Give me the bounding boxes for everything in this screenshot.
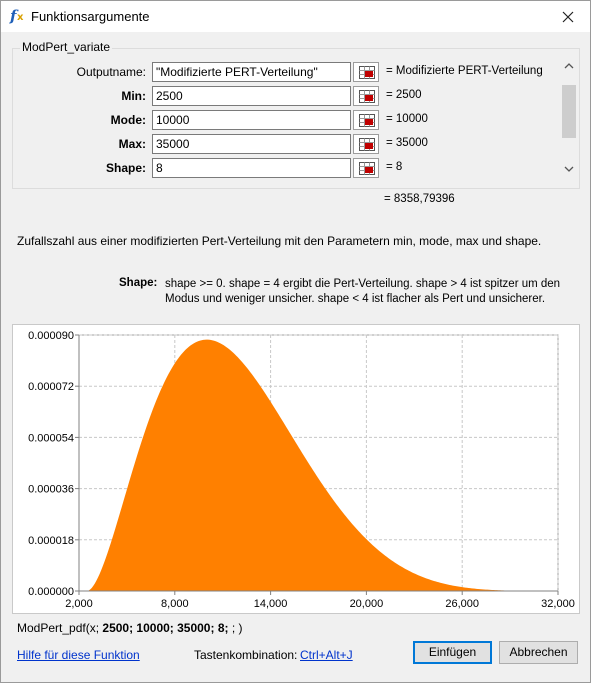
shortcut-label: Tastenkombination: bbox=[194, 648, 298, 662]
shape-result: = 8 bbox=[386, 161, 403, 173]
x-tick-label: 20,000 bbox=[350, 598, 384, 610]
cancel-button[interactable]: Abbrechen bbox=[499, 641, 578, 664]
x-tick-label: 26,000 bbox=[445, 598, 479, 610]
mode-cell-reference-button[interactable] bbox=[353, 110, 379, 130]
formula-tail: ; ) bbox=[231, 621, 243, 635]
y-tick-label: 0.000072 bbox=[28, 381, 74, 393]
outputname-input[interactable]: "Modifizierte PERT-Verteilung" bbox=[152, 62, 351, 82]
shape-input[interactable]: 8 bbox=[152, 158, 351, 178]
cell-reference-icon bbox=[359, 90, 375, 103]
y-tick-label: 0.000036 bbox=[28, 484, 74, 496]
function-description: Zufallszahl aus einer modifizierten Pert… bbox=[17, 234, 542, 248]
close-button[interactable] bbox=[546, 1, 590, 32]
cell-reference-icon bbox=[359, 138, 375, 151]
arguments-scrollbar[interactable] bbox=[561, 56, 578, 180]
max-input[interactable]: 35000 bbox=[152, 134, 351, 154]
max-result: = 35000 bbox=[386, 137, 428, 149]
formula-args: 2500; 10000; 35000; 8; bbox=[102, 621, 229, 635]
mode-result: = 10000 bbox=[386, 113, 428, 125]
y-tick-label: 0.000018 bbox=[28, 535, 74, 547]
y-tick-label: 0.000000 bbox=[28, 586, 74, 598]
function-group-name: ModPert_variate bbox=[20, 40, 113, 54]
param-label-mode: Mode: bbox=[110, 113, 146, 127]
param-label-shape: Shape: bbox=[105, 161, 146, 175]
param-help-text: shape >= 0. shape = 4 ergibt die Pert-Ve… bbox=[165, 278, 561, 305]
param-label-outputname: Outputname: bbox=[76, 65, 146, 79]
param-label-max: Max: bbox=[118, 137, 146, 151]
param-row-mode: Mode: 10000 = 10000 bbox=[1, 110, 591, 130]
outputname-result: = Modifizierte PERT-Verteilung bbox=[386, 65, 543, 77]
formula-result: = 8358,79396 bbox=[384, 193, 455, 205]
scroll-down-icon[interactable] bbox=[564, 166, 574, 173]
scroll-up-icon[interactable] bbox=[564, 62, 574, 69]
close-icon bbox=[562, 11, 574, 23]
chart-svg: 0.000000 0.000018 0.000036 0.000054 0.000072… bbox=[28, 330, 575, 610]
function-arguments-dialog: fx Funktionsargumente ModPert_variate Ou… bbox=[0, 0, 591, 683]
shortcut-link[interactable]: Ctrl+Alt+J bbox=[300, 648, 353, 662]
cell-reference-icon bbox=[359, 114, 375, 127]
mode-input[interactable]: 10000 bbox=[152, 110, 351, 130]
outputname-cell-reference-button[interactable] bbox=[353, 62, 379, 82]
cell-reference-icon bbox=[359, 162, 375, 175]
min-result: = 2500 bbox=[386, 89, 422, 101]
shape-cell-reference-button[interactable] bbox=[353, 158, 379, 178]
distribution-chart: 0.000000 0.000018 0.000036 0.000054 0.000072… bbox=[12, 324, 580, 614]
x-tick-label: 14,000 bbox=[254, 598, 288, 610]
param-help-label: Shape: bbox=[119, 277, 158, 289]
formula-name: ModPert_pdf(x; bbox=[17, 621, 100, 635]
scrollbar-thumb[interactable] bbox=[562, 85, 576, 138]
window-title: Funktionsargumente bbox=[31, 9, 150, 24]
min-cell-reference-button[interactable] bbox=[353, 86, 379, 106]
param-row-outputname: Outputname: "Modifizierte PERT-Verteilun… bbox=[1, 62, 591, 82]
insert-button[interactable]: Einfügen bbox=[413, 641, 492, 664]
y-tick-label: 0.000090 bbox=[28, 330, 74, 342]
param-label-min: Min: bbox=[121, 89, 146, 103]
formula-preview: ModPert_pdf(x; 2500; 10000; 35000; 8; ; … bbox=[17, 621, 243, 635]
x-tick-label: 32,000 bbox=[541, 598, 575, 610]
min-input[interactable]: 2500 bbox=[152, 86, 351, 106]
x-tick-label: 2,000 bbox=[65, 598, 93, 610]
help-link[interactable]: Hilfe für diese Funktion bbox=[17, 648, 140, 662]
y-tick-label: 0.000054 bbox=[28, 432, 74, 444]
function-fx-icon: fx bbox=[10, 7, 24, 25]
param-row-shape: Shape: 8 = 8 bbox=[1, 158, 591, 178]
title-bar: fx Funktionsargumente bbox=[1, 1, 590, 32]
cell-reference-icon bbox=[359, 66, 375, 79]
param-row-max: Max: 35000 = 35000 bbox=[1, 134, 591, 154]
x-tick-label: 8,000 bbox=[161, 598, 189, 610]
param-row-min: Min: 2500 = 2500 bbox=[1, 86, 591, 106]
max-cell-reference-button[interactable] bbox=[353, 134, 379, 154]
